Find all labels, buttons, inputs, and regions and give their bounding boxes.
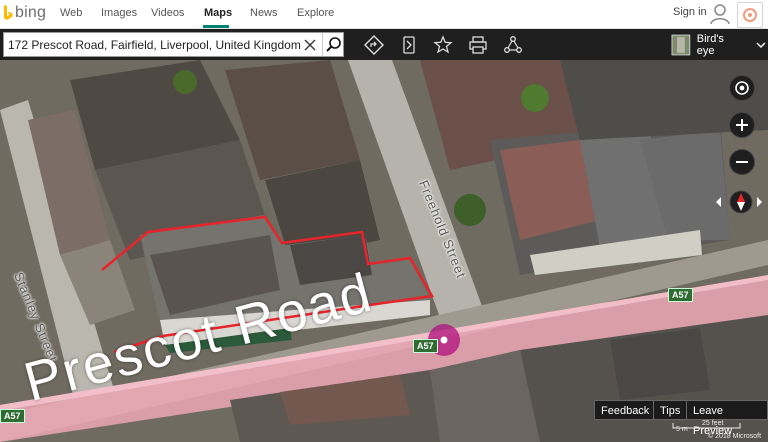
directions-icon[interactable] bbox=[363, 34, 385, 56]
leave-preview-button[interactable]: Leave Preview bbox=[686, 400, 768, 437]
search-input[interactable] bbox=[8, 36, 304, 53]
minus-icon bbox=[736, 161, 748, 163]
favorites-star-icon[interactable] bbox=[432, 34, 454, 56]
rotate-compass-control[interactable] bbox=[712, 189, 766, 215]
nav-maps[interactable]: Maps bbox=[204, 7, 232, 19]
copyright-text: © 2018 Microsoft bbox=[708, 433, 762, 440]
search-box bbox=[3, 32, 344, 57]
scale-label: 25 feet bbox=[702, 420, 724, 427]
map-canvas[interactable]: Stanley Street Freehold Street Prescot R… bbox=[0, 60, 768, 442]
share-icon[interactable] bbox=[502, 34, 524, 56]
nav-images[interactable]: Images bbox=[101, 7, 137, 19]
compass-icon bbox=[716, 190, 762, 214]
nav-explore[interactable]: Explore bbox=[297, 7, 334, 19]
user-avatar-icon[interactable] bbox=[708, 2, 732, 26]
traffic-icon[interactable] bbox=[398, 34, 420, 56]
zoom-out-button[interactable] bbox=[729, 149, 755, 175]
bing-logo-text: bing bbox=[15, 4, 47, 21]
route-shield-a57: A57 bbox=[668, 288, 693, 302]
map-view-selector[interactable]: Bird's eye bbox=[671, 32, 768, 57]
scale-metric-label: 5 m bbox=[676, 426, 688, 433]
tips-button[interactable]: Tips bbox=[653, 400, 688, 420]
feedback-button[interactable]: Feedback bbox=[594, 400, 657, 420]
nav-videos[interactable]: Videos bbox=[151, 7, 184, 19]
rewards-icon[interactable] bbox=[737, 2, 763, 28]
map-view-label: Bird's eye bbox=[696, 32, 724, 57]
zoom-in-button[interactable] bbox=[729, 112, 755, 138]
active-tab-indicator bbox=[203, 25, 229, 28]
route-shield-a57: A57 bbox=[0, 409, 25, 423]
birds-eye-thumbnail-icon bbox=[671, 34, 691, 55]
route-shield-a57: A57 bbox=[413, 339, 438, 353]
nav-web[interactable]: Web bbox=[60, 7, 82, 19]
locate-icon bbox=[735, 81, 749, 95]
chevron-down-icon bbox=[756, 41, 766, 48]
clear-search-icon[interactable] bbox=[302, 36, 318, 54]
search-icon[interactable] bbox=[322, 33, 345, 56]
bing-logo[interactable]: bing bbox=[3, 4, 46, 22]
map-toolbar: Bird's eye bbox=[0, 29, 768, 60]
top-navigation-bar: bing Web Images Videos Maps News Explore… bbox=[0, 0, 768, 29]
print-icon[interactable] bbox=[467, 34, 489, 56]
signin-link[interactable]: Sign in bbox=[673, 6, 707, 18]
plus-icon bbox=[736, 119, 748, 131]
locate-me-button[interactable] bbox=[729, 75, 755, 101]
bing-b-icon bbox=[4, 4, 13, 20]
nav-news[interactable]: News bbox=[250, 7, 278, 19]
